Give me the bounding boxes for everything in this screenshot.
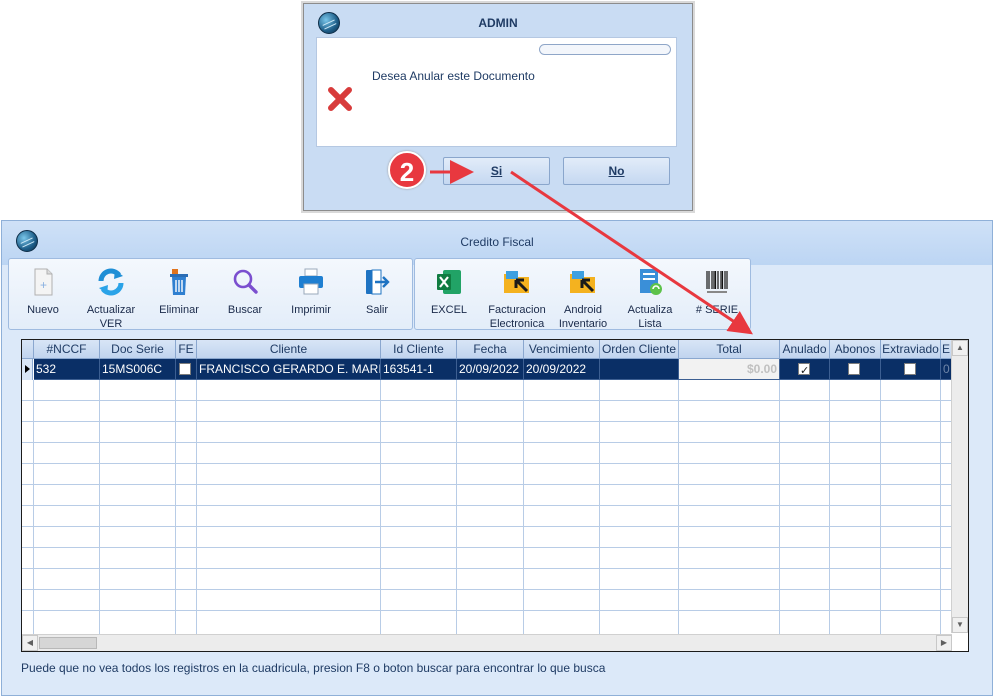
trash-icon bbox=[170, 269, 188, 295]
scroll-right-icon[interactable]: ▶ bbox=[936, 635, 952, 651]
col-fe[interactable]: FE bbox=[176, 340, 197, 359]
yes-button[interactable]: Si bbox=[443, 157, 550, 185]
exit-button[interactable]: Salir bbox=[345, 265, 409, 327]
refresh-icon bbox=[98, 268, 124, 296]
toolbar-extras: EXCEL Facturacion Electronica Android In… bbox=[414, 258, 751, 330]
list-refresh-icon bbox=[640, 269, 662, 295]
cell-id-cliente[interactable]: 163541-1 bbox=[381, 359, 457, 380]
cell-abonos[interactable] bbox=[830, 359, 881, 380]
horizontal-scrollbar[interactable]: ◀ ▶ bbox=[22, 634, 952, 651]
print-button[interactable]: Imprimir bbox=[279, 265, 343, 327]
col-orden-cliente[interactable]: Orden Cliente bbox=[600, 340, 679, 359]
no-button[interactable]: No bbox=[563, 157, 670, 185]
scroll-left-icon[interactable]: ◀ bbox=[22, 635, 38, 651]
serial-button-label: # SERIE bbox=[695, 304, 739, 316]
scroll-down-icon[interactable]: ▼ bbox=[952, 617, 968, 633]
grid-header: #NCCF Doc Serie FE Cliente Id Cliente Fe… bbox=[22, 340, 952, 359]
cell-anulado[interactable] bbox=[780, 359, 830, 380]
error-x-icon bbox=[328, 87, 352, 111]
printer-icon bbox=[299, 268, 323, 295]
extraviado-checkbox[interactable] bbox=[904, 363, 916, 375]
row-indicator bbox=[22, 359, 33, 380]
delete-button[interactable]: Eliminar bbox=[147, 265, 211, 327]
serial-button[interactable]: # SERIE bbox=[685, 265, 749, 327]
col-id-cliente[interactable]: Id Cliente bbox=[381, 340, 457, 359]
confirm-dialog: ADMIN Desea Anular este Documento Si No bbox=[303, 3, 693, 211]
new-button-label: Nuevo bbox=[27, 304, 59, 316]
cell-doc-serie[interactable]: 15MS006C bbox=[100, 359, 176, 380]
cell-orden-cliente[interactable] bbox=[600, 359, 679, 380]
col-fecha[interactable]: Fecha bbox=[457, 340, 524, 359]
excel-button-label: EXCEL bbox=[430, 304, 468, 316]
excel-icon bbox=[437, 270, 461, 294]
cell-fecha[interactable]: 20/09/2022 bbox=[457, 359, 524, 380]
cell-vencimiento[interactable]: 20/09/2022 bbox=[524, 359, 600, 380]
electronic-billing-button[interactable]: Facturacion Electronica bbox=[485, 265, 549, 330]
update-list-button[interactable]: Actualiza Lista bbox=[618, 265, 682, 330]
table-row[interactable]: 532 15MS006C FRANCISCO GERARDO E. MARI 1… bbox=[22, 359, 952, 380]
documents-grid[interactable]: #NCCF Doc Serie FE Cliente Id Cliente Fe… bbox=[21, 339, 969, 652]
print-button-label: Imprimir bbox=[291, 304, 331, 316]
electronic-billing-button-label: Facturacion Electronica bbox=[488, 304, 546, 330]
col-cliente[interactable]: Cliente bbox=[197, 340, 381, 359]
fe-checkbox[interactable] bbox=[179, 363, 191, 375]
dialog-progress-bar bbox=[539, 44, 671, 55]
search-button[interactable]: Buscar bbox=[213, 265, 277, 327]
cell-extraviado[interactable] bbox=[881, 359, 941, 380]
update-list-button-label: Actualiza Lista bbox=[627, 304, 673, 330]
svg-text:+: + bbox=[40, 278, 47, 292]
abonos-checkbox[interactable] bbox=[848, 363, 860, 375]
scroll-up-icon[interactable]: ▲ bbox=[952, 340, 968, 356]
search-button-label: Buscar bbox=[227, 304, 263, 316]
col-anulado[interactable]: Anulado bbox=[780, 340, 830, 359]
col-abonos[interactable]: Abonos bbox=[830, 340, 881, 359]
toolbar-main: + Nuevo Actualizar VER Eliminar Buscar I… bbox=[8, 258, 413, 330]
cell-cliente[interactable]: FRANCISCO GERARDO E. MARI bbox=[197, 359, 381, 380]
search-icon bbox=[233, 269, 258, 294]
android-inventory-button[interactable]: Android Inventario bbox=[551, 265, 615, 330]
folder-arrow-icon bbox=[504, 271, 529, 293]
col-vencimiento[interactable]: Vencimiento bbox=[524, 340, 600, 359]
new-document-icon: + bbox=[34, 268, 53, 296]
barcode-icon bbox=[706, 271, 728, 293]
folder-arrow-icon bbox=[570, 271, 595, 293]
vertical-scrollbar[interactable]: ▲ ▼ bbox=[951, 340, 968, 633]
anulado-checkbox[interactable] bbox=[798, 361, 810, 379]
exit-button-label: Salir bbox=[365, 304, 388, 316]
new-button[interactable]: + Nuevo bbox=[11, 265, 75, 327]
credito-fiscal-window: Credito Fiscal + Nuevo Actualizar VER El… bbox=[1, 220, 993, 696]
col-doc-serie[interactable]: Doc Serie bbox=[100, 340, 176, 359]
refresh-button[interactable]: Actualizar VER bbox=[79, 265, 143, 330]
horizontal-scroll-thumb[interactable] bbox=[39, 637, 97, 649]
delete-button-label: Eliminar bbox=[159, 304, 199, 316]
current-row-arrow-icon bbox=[25, 365, 30, 373]
col-nccf[interactable]: #NCCF bbox=[34, 340, 100, 359]
step-number-badge: 2 bbox=[388, 151, 426, 189]
window-title: Credito Fiscal bbox=[460, 235, 534, 249]
dialog-message: Desea Anular este Documento bbox=[372, 69, 535, 83]
cell-total[interactable]: $0.00 bbox=[679, 359, 780, 380]
col-total[interactable]: Total bbox=[679, 340, 780, 359]
cell-nccf[interactable]: 532 bbox=[34, 359, 100, 380]
dialog-body: Desea Anular este Documento bbox=[316, 37, 677, 147]
excel-button[interactable]: EXCEL bbox=[417, 265, 481, 327]
footer-hint-text: Puede que no vea todos los registros en … bbox=[21, 661, 606, 675]
dialog-title: ADMIN bbox=[478, 16, 518, 30]
android-inventory-button-label: Android Inventario bbox=[558, 304, 608, 330]
empty-grid-rows bbox=[22, 380, 952, 634]
cell-fe[interactable] bbox=[176, 359, 197, 380]
exit-icon bbox=[366, 269, 390, 295]
header-row-indicator bbox=[22, 340, 34, 359]
col-extraviado[interactable]: Extraviado bbox=[881, 340, 941, 359]
refresh-button-label: Actualizar VER bbox=[86, 304, 136, 330]
